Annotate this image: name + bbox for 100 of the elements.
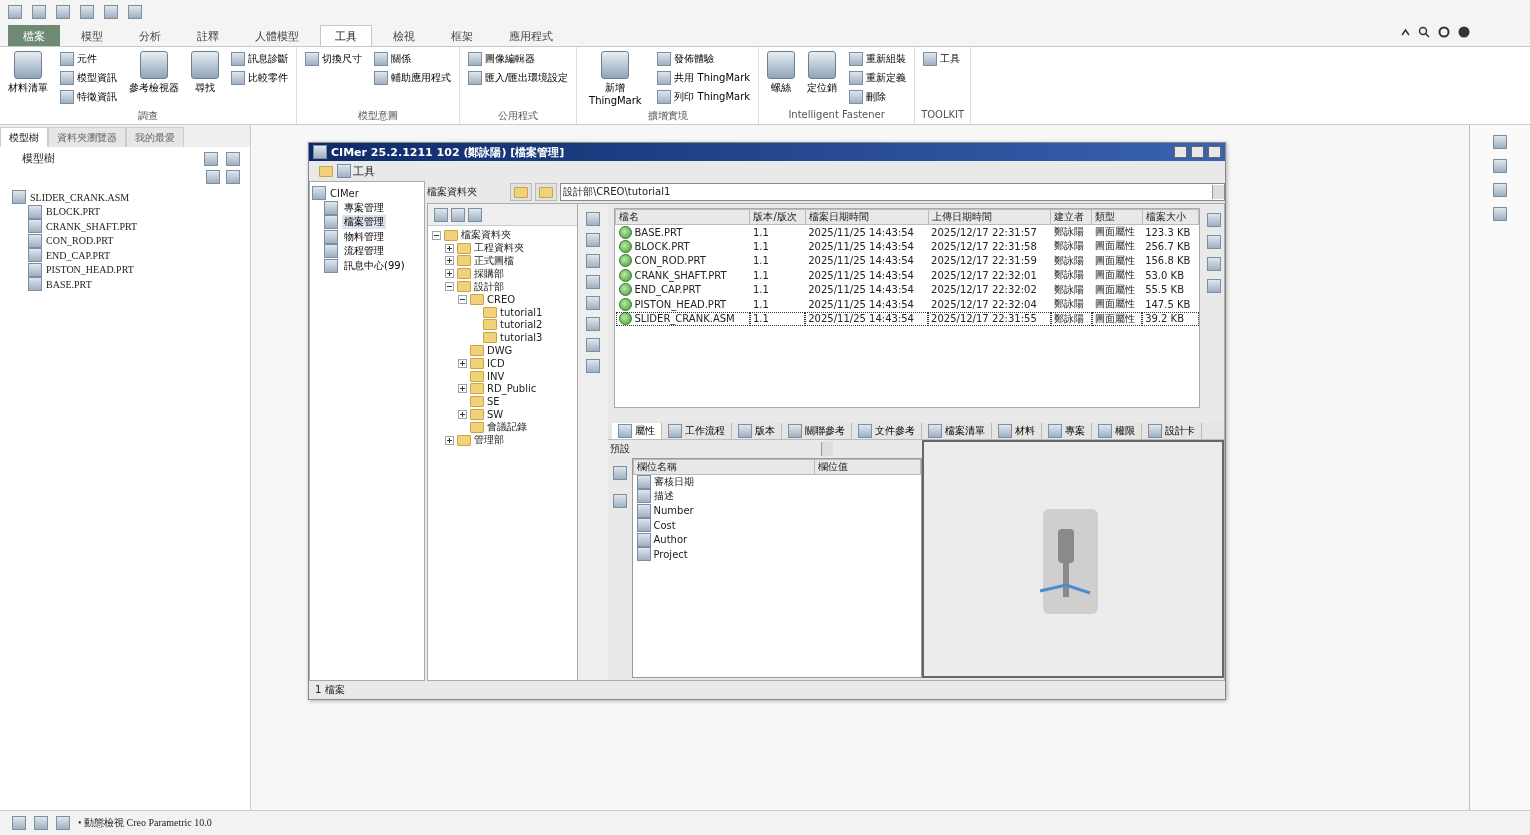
detail-tab[interactable]: 設計卡 xyxy=(1142,422,1202,439)
folder-item[interactable]: 設計部 xyxy=(474,279,504,294)
ribbon-tab[interactable]: 檔案 xyxy=(8,25,60,46)
ribbon-tab[interactable]: 檢視 xyxy=(378,25,430,46)
ribbon-button[interactable]: 比較零件 xyxy=(229,70,290,86)
maximize-button[interactable] xyxy=(1191,146,1204,158)
tree-item[interactable]: BLOCK.PRT xyxy=(46,206,101,218)
ribbon-button[interactable]: 新增 ThingMark xyxy=(583,49,648,109)
expand-toggle[interactable] xyxy=(458,410,467,420)
expand-toggle[interactable] xyxy=(458,384,467,394)
ribbon-tab[interactable]: 模型 xyxy=(66,25,118,46)
expand-toggle[interactable] xyxy=(445,269,454,279)
tree-item[interactable]: PISTON_HEAD.PRT xyxy=(46,264,134,276)
expand-toggle[interactable] xyxy=(445,435,454,445)
ribbon-button[interactable]: 輔助應用程式 xyxy=(372,70,453,86)
column-header[interactable]: 欄位值 xyxy=(814,459,921,475)
file-row[interactable]: PISTON_HEAD.PRT 1.1 2025/11/25 14:43:54 2025/12/17 22:32:04 鄭詠陽 圖面屬性 147.5 KB xyxy=(615,297,1199,312)
nav-root[interactable]: CIMer xyxy=(330,187,359,199)
folder-item[interactable]: 採購部 xyxy=(474,266,504,281)
group-label[interactable]: 模型意圖 xyxy=(303,109,453,124)
folder-item[interactable]: DWG xyxy=(487,345,513,357)
folder-item[interactable]: SW xyxy=(487,409,504,421)
ribbon-button[interactable]: 材料清單 xyxy=(6,49,50,109)
expand-toggle[interactable] xyxy=(445,282,454,292)
detail-tab[interactable]: 材料 xyxy=(992,422,1042,439)
expand-toggle[interactable] xyxy=(445,256,454,266)
folder-item[interactable]: 工程資料夾 xyxy=(474,241,524,256)
close-button[interactable] xyxy=(1208,146,1221,158)
folder-item[interactable]: CREO xyxy=(487,293,516,305)
file-row[interactable]: CRANK_SHAFT.PRT 1.1 2025/11/25 14:43:54 2025/12/17 22:32:01 鄭詠陽 圖面屬性 53.0 KB xyxy=(615,268,1199,283)
column-header[interactable]: 檔名 xyxy=(615,209,750,225)
detail-tab[interactable]: 檔案清單 xyxy=(922,422,992,439)
detail-tab[interactable]: 版本 xyxy=(732,422,782,439)
file-row[interactable]: CON_ROD.PRT 1.1 2025/11/25 14:43:54 2025/12/17 22:31:59 鄭詠陽 圖面屬性 156.8 KB xyxy=(615,253,1199,268)
expand-toggle[interactable] xyxy=(432,230,441,240)
star-button[interactable] xyxy=(510,183,532,201)
folder-item[interactable]: tutorial3 xyxy=(500,332,543,344)
file-row[interactable]: BLOCK.PRT 1.1 2025/11/25 14:43:54 2025/12/17 22:31:58 鄭詠陽 圖面屬性 256.7 KB xyxy=(615,239,1199,254)
ribbon-tab[interactable]: 分析 xyxy=(124,25,176,46)
panel-tab[interactable]: 模型樹 xyxy=(0,127,48,147)
expand-toggle[interactable] xyxy=(445,243,454,253)
detail-tab[interactable]: 文件參考 xyxy=(852,422,922,439)
group-label[interactable]: 公用程式 xyxy=(466,109,571,124)
menu-item[interactable]: 工具 xyxy=(337,163,375,179)
path-field[interactable]: 設計部\CREO\tutorial1 xyxy=(560,183,1225,201)
column-header[interactable]: 欄位名稱 xyxy=(633,459,815,475)
ribbon-button[interactable]: 螺絲 xyxy=(765,49,798,109)
ribbon-button[interactable]: 參考檢視器 xyxy=(127,49,181,109)
minimize-button[interactable] xyxy=(1174,146,1187,158)
nav-item[interactable]: 專案管理 xyxy=(342,200,386,215)
folder-item[interactable]: 管理部 xyxy=(474,433,504,448)
ribbon-tab[interactable]: 工具 xyxy=(320,25,372,46)
ribbon-button[interactable]: 重新定義 xyxy=(847,70,909,86)
view-dropdown[interactable]: 預設 xyxy=(608,440,833,458)
tree-item[interactable]: BASE.PRT xyxy=(46,278,92,290)
file-row[interactable]: BASE.PRT 1.1 2025/11/25 14:43:54 2025/12/17 22:31:57 鄭詠陽 圖面屬性 123.3 KB xyxy=(615,224,1199,239)
ribbon-button[interactable]: 特徵資訊 xyxy=(58,89,119,105)
folder-item[interactable]: tutorial1 xyxy=(500,306,543,318)
ribbon-button[interactable]: 元件 xyxy=(58,51,119,67)
ribbon-tab[interactable]: 應用程式 xyxy=(494,25,568,46)
ribbon-button[interactable]: 刪除 xyxy=(847,89,909,105)
column-header[interactable]: 檔案大小 xyxy=(1142,209,1199,225)
detail-tab[interactable]: 關聯參考 xyxy=(782,422,852,439)
group-label[interactable]: 調查 xyxy=(6,109,290,124)
file-row[interactable]: END_CAP.PRT 1.1 2025/11/25 14:43:54 2025/12/17 22:32:02 鄭詠陽 圖面屬性 55.5 KB xyxy=(615,282,1199,297)
expand-toggle[interactable] xyxy=(458,294,467,304)
column-header[interactable]: 類型 xyxy=(1091,209,1143,225)
ribbon-button[interactable]: 模型資訊 xyxy=(58,70,119,86)
ribbon-button[interactable]: 共用 ThingMark xyxy=(655,70,753,86)
ribbon-button[interactable]: 切換尺寸 xyxy=(303,51,364,67)
file-row[interactable]: SLIDER_CRANK.ASM 1.1 2025/11/25 14:43:54 2025/12/17 22:31:55 鄭詠陽 圖面屬性 39.2 KB xyxy=(615,311,1199,326)
ribbon-button[interactable]: 匯入/匯出環境設定 xyxy=(466,70,571,86)
search-icon[interactable] xyxy=(1418,26,1430,38)
group-label[interactable]: Intelligent Fastener xyxy=(765,109,909,124)
nav-item[interactable]: 檔案管理 xyxy=(342,215,386,230)
column-header[interactable]: 上傳日期時間 xyxy=(928,209,1051,225)
ribbon-tab[interactable]: 框架 xyxy=(436,25,488,46)
ribbon-button[interactable]: 圖像編輯器 xyxy=(466,51,571,67)
folder-item[interactable]: 會議記錄 xyxy=(487,420,527,435)
ribbon-button[interactable]: 定位銷 xyxy=(805,49,840,109)
panel-tab[interactable]: 資料夾瀏覽器 xyxy=(48,127,126,147)
folder-item[interactable]: 檔案資料夾 xyxy=(461,228,511,243)
ribbon-button[interactable]: 重新組裝 xyxy=(847,51,909,67)
detail-tab[interactable]: 工作流程 xyxy=(662,422,732,439)
detail-tab[interactable]: 專案 xyxy=(1042,422,1092,439)
ribbon-button[interactable]: 尋找 xyxy=(189,49,221,109)
ribbon-button[interactable]: 工具 xyxy=(921,51,963,67)
ribbon-button[interactable]: 列印 ThingMark xyxy=(655,89,753,105)
column-header[interactable]: 版本/版次 xyxy=(749,209,806,225)
tree-item[interactable]: CON_ROD.PRT xyxy=(46,235,114,247)
nav-item[interactable]: 流程管理 xyxy=(342,244,386,259)
detail-tab[interactable]: 屬性 xyxy=(612,422,662,439)
folder-item[interactable]: INV xyxy=(487,370,505,382)
tree-item[interactable]: SLIDER_CRANK.ASM xyxy=(30,191,130,203)
column-header[interactable]: 建立者 xyxy=(1050,209,1092,225)
detail-tab[interactable]: 權限 xyxy=(1092,422,1142,439)
folder-item[interactable]: ICD xyxy=(487,357,505,369)
folder-item[interactable]: tutorial2 xyxy=(500,319,543,331)
nav-item[interactable]: 訊息中心(99) xyxy=(342,258,407,273)
expand-toggle[interactable] xyxy=(458,358,467,368)
